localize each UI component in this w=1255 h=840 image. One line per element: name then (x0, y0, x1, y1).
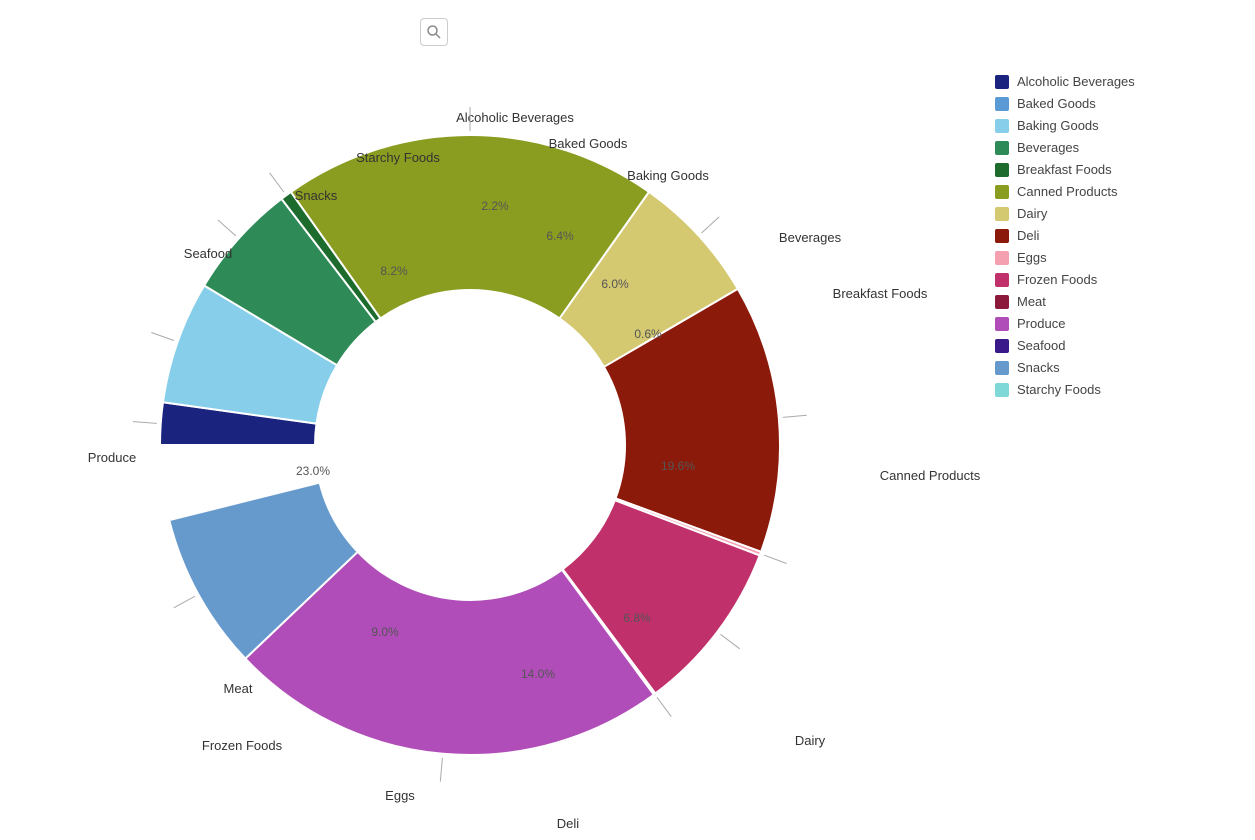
segment-outer-label: Baked Goods (549, 136, 628, 151)
legend-item: Dairy (995, 206, 1235, 221)
legend-area: Alcoholic Beverages Baked Goods Baking G… (995, 60, 1235, 404)
legend-swatch (995, 361, 1009, 375)
segment-pct-label: 19.6% (661, 459, 695, 473)
legend-swatch (995, 97, 1009, 111)
legend-swatch (995, 317, 1009, 331)
legend-item: Alcoholic Beverages (995, 74, 1235, 89)
legend-item: Breakfast Foods (995, 162, 1235, 177)
legend-item: Produce (995, 316, 1235, 331)
legend-item: Eggs (995, 250, 1235, 265)
segment-outer-label: Beverages (779, 230, 842, 245)
segment-outer-label: Starchy Foods (356, 150, 440, 165)
segment-outer-label: Alcoholic Beverages (456, 110, 574, 125)
legend-label: Alcoholic Beverages (1017, 74, 1135, 89)
legend-label: Deli (1017, 228, 1039, 243)
legend-label: Seafood (1017, 338, 1065, 353)
legend-swatch (995, 339, 1009, 353)
legend-label: Starchy Foods (1017, 382, 1101, 397)
segment-outer-label: Baking Goods (627, 168, 709, 183)
legend-item: Snacks (995, 360, 1235, 375)
segment-outer-label: Produce (88, 450, 136, 465)
legend-item: Seafood (995, 338, 1235, 353)
segment-pct-label: 23.0% (296, 464, 330, 478)
legend-label: Baked Goods (1017, 96, 1096, 111)
segment-pct-label: 0.6% (634, 327, 662, 341)
legend-swatch (995, 163, 1009, 177)
segment-outer-label: Dairy (795, 733, 826, 748)
legend-label: Beverages (1017, 140, 1079, 155)
segment-outer-label: Seafood (184, 246, 232, 261)
legend-label: Dairy (1017, 206, 1047, 221)
segment-outer-label: Breakfast Foods (833, 286, 928, 301)
legend-swatch (995, 119, 1009, 133)
donut-chart: Alcoholic Beverages 2.2% Baked Goods Baking… (20, 50, 1000, 840)
segment-pct-label: 8.2% (380, 264, 408, 278)
legend-item: Baked Goods (995, 96, 1235, 111)
segment-pct-label: 6.0% (601, 277, 629, 291)
legend-swatch (995, 207, 1009, 221)
legend-label: Produce (1017, 316, 1065, 331)
legend-item: Frozen Foods (995, 272, 1235, 287)
legend-swatch (995, 229, 1009, 243)
legend-label: Breakfast Foods (1017, 162, 1112, 177)
legend-label: Meat (1017, 294, 1046, 309)
segment-outer-label: Deli (557, 816, 580, 831)
legend-label: Frozen Foods (1017, 272, 1097, 287)
legend-item: Deli (995, 228, 1235, 243)
legend-item: Starchy Foods (995, 382, 1235, 397)
segment-outer-label: Snacks (295, 188, 338, 203)
legend-label: Snacks (1017, 360, 1060, 375)
legend-label: Eggs (1017, 250, 1047, 265)
segment-pct-label: 6.4% (546, 229, 574, 243)
legend-label: Baking Goods (1017, 118, 1099, 133)
segment-pct-label: 14.0% (521, 667, 555, 681)
legend-swatch (995, 185, 1009, 199)
legend-swatch (995, 273, 1009, 287)
legend-swatch (995, 383, 1009, 397)
search-icon (420, 18, 448, 46)
segment-outer-label: Eggs (385, 788, 415, 803)
legend-item: Beverages (995, 140, 1235, 155)
legend-items: Alcoholic Beverages Baked Goods Baking G… (995, 74, 1235, 397)
segment-pct-label: 2.2% (481, 199, 509, 213)
legend-swatch (995, 295, 1009, 309)
segment-pct-label: 9.0% (371, 625, 399, 639)
segment-outer-label: Canned Products (880, 468, 981, 483)
chart-container: Alcoholic Beverages 2.2% Baked Goods Baking… (0, 0, 1255, 836)
title-area (420, 18, 456, 46)
legend-swatch (995, 251, 1009, 265)
legend-label: Canned Products (1017, 184, 1117, 199)
legend-item: Meat (995, 294, 1235, 309)
legend-swatch (995, 141, 1009, 155)
legend-swatch (995, 75, 1009, 89)
segment-outer-label: Meat (224, 681, 253, 696)
segment-outer-label: Frozen Foods (202, 738, 283, 753)
legend-item: Baking Goods (995, 118, 1235, 133)
legend-item: Canned Products (995, 184, 1235, 199)
segment-pct-label: 6.8% (623, 611, 651, 625)
